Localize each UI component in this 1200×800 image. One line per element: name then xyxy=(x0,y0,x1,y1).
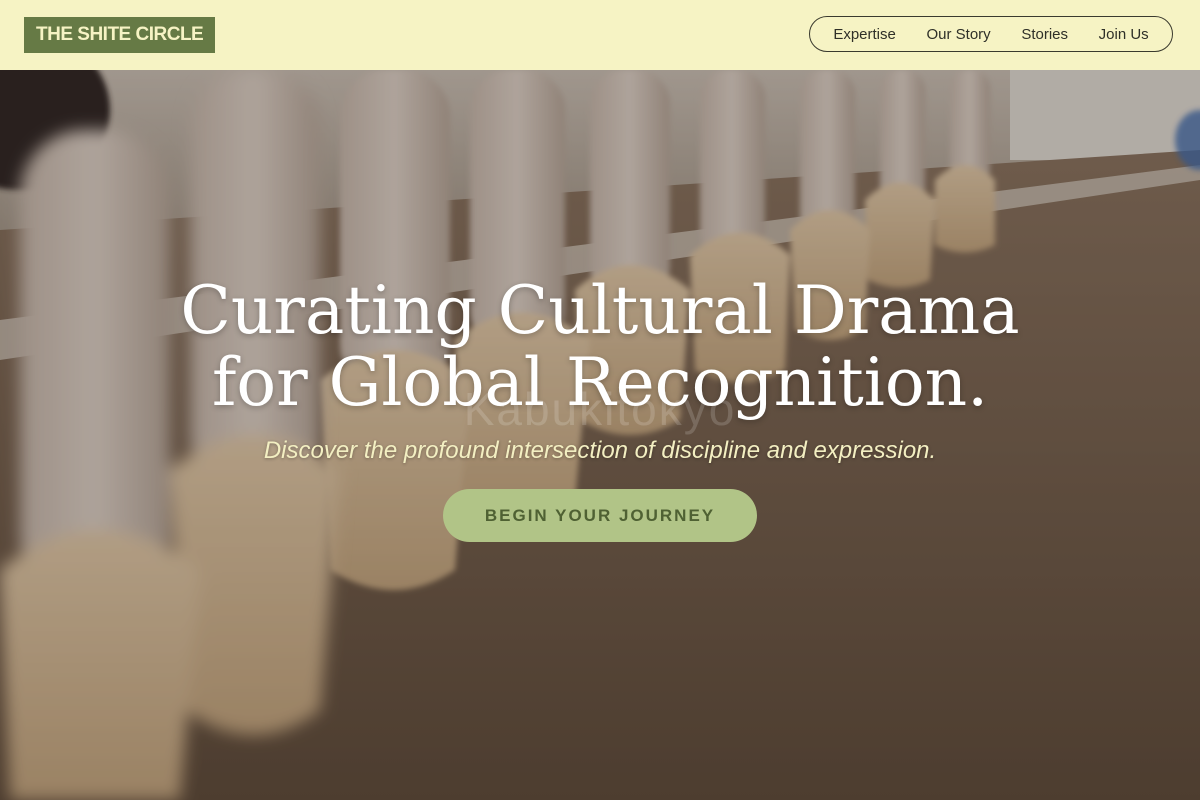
hero-title-line-1: Curating Cultural Drama xyxy=(180,272,1020,349)
nav-link-our-story[interactable]: Our Story xyxy=(926,26,990,43)
begin-journey-button[interactable]: BEGIN YOUR JOURNEY xyxy=(443,489,757,542)
main-nav: Expertise Our Story Stories Join Us xyxy=(809,16,1173,52)
site-logo[interactable]: THE SHITE CIRCLE xyxy=(24,17,216,53)
nav-link-stories[interactable]: Stories xyxy=(1021,26,1068,43)
page: THE SHITE CIRCLE Expertise Our Story Sto… xyxy=(0,0,1200,800)
hero-section: Curating Cultural Drama for Global Recog… xyxy=(0,70,1200,800)
nav-link-expertise[interactable]: Expertise xyxy=(833,26,896,43)
hero-watermark: Kabukitokyo xyxy=(463,383,737,435)
site-header: THE SHITE CIRCLE Expertise Our Story Sto… xyxy=(0,0,1200,70)
hero-subtitle: Discover the profound intersection of di… xyxy=(263,437,937,464)
nav-link-join-us[interactable]: Join Us xyxy=(1099,26,1149,43)
